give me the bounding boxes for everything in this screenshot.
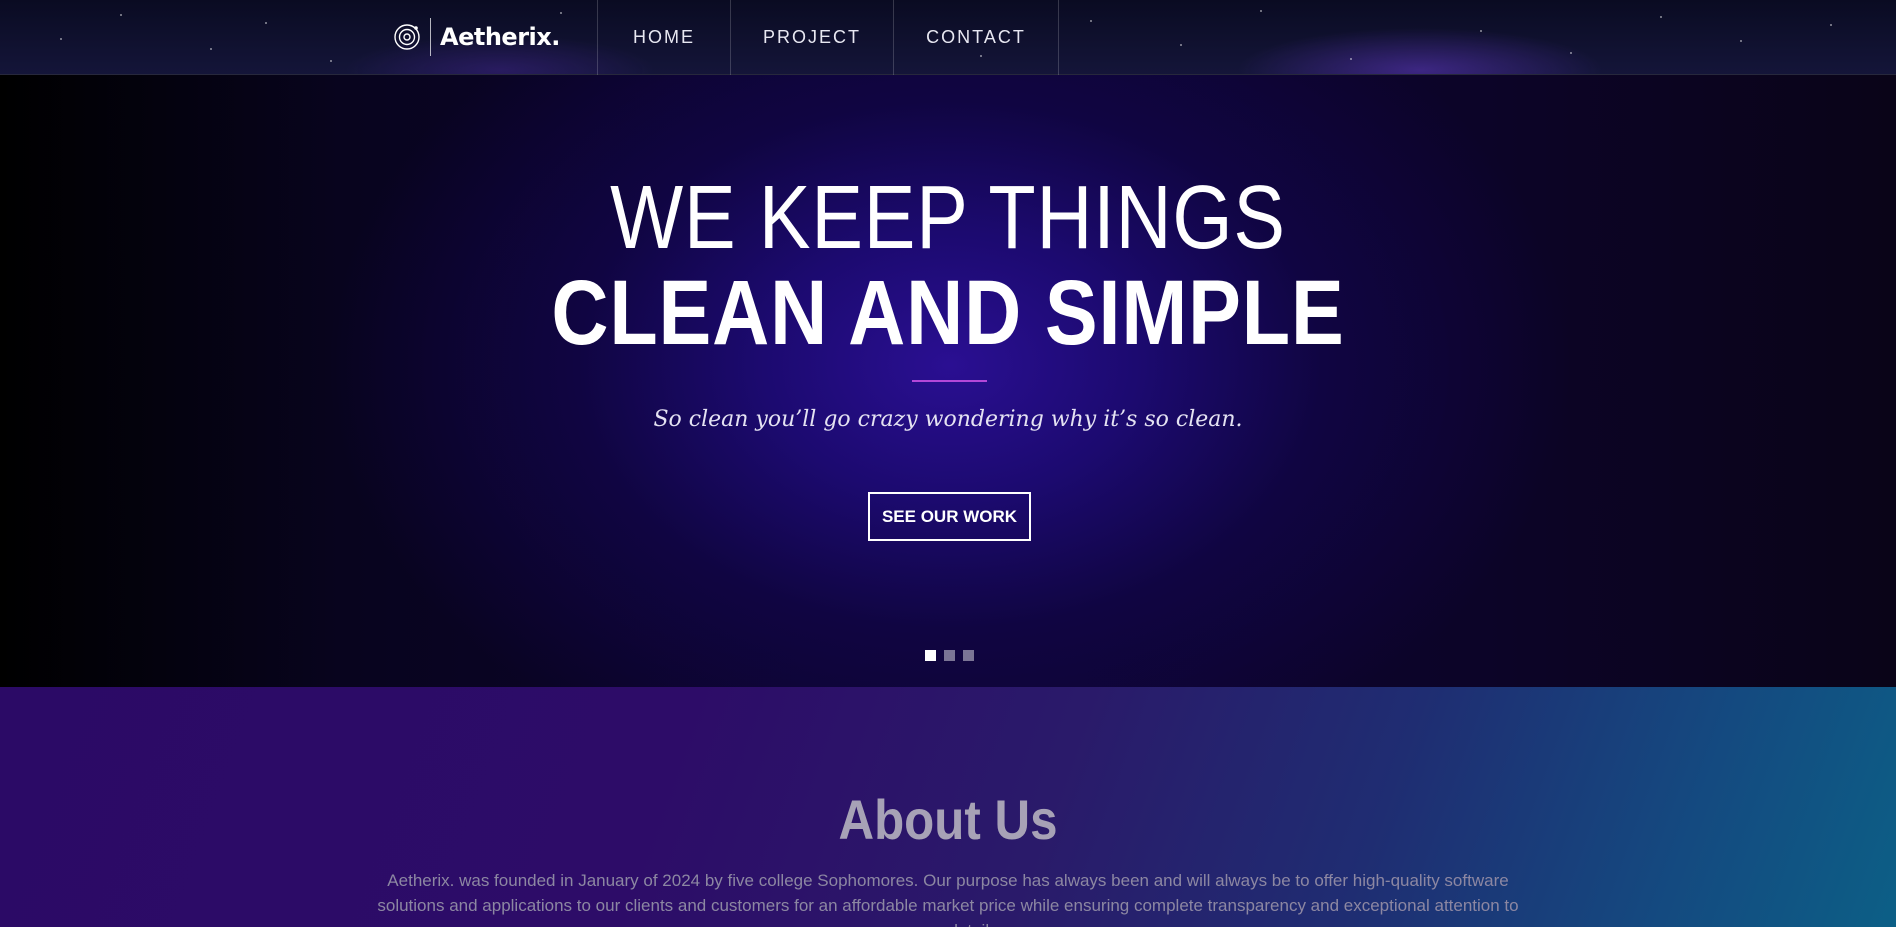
see-our-work-button[interactable]: SEE OUR WORK xyxy=(868,492,1031,541)
logo-separator xyxy=(430,18,431,56)
slider-pagination xyxy=(925,650,974,661)
brand-logo[interactable]: Aetherix. xyxy=(392,17,560,57)
hero-subtitle: So clean you’ll go crazy wondering why i… xyxy=(653,407,1243,432)
nav-link-contact[interactable]: CONTACT xyxy=(893,0,1059,75)
about-body: Aetherix. was founded in January of 2024… xyxy=(377,871,1519,927)
slider-dot-2[interactable] xyxy=(944,650,955,661)
hero-divider xyxy=(912,380,987,382)
orbit-logo-icon xyxy=(394,24,420,50)
brand-name: Aetherix. xyxy=(440,23,560,51)
about-title: About Us xyxy=(838,788,1058,851)
nav-link-project[interactable]: PROJECT xyxy=(730,0,893,75)
hero-heading-line2: CLEAN AND SIMPLE xyxy=(551,262,1345,364)
hero-heading-line1: WE KEEP THINGS xyxy=(610,168,1286,268)
nav-link-home[interactable]: HOME xyxy=(597,0,730,75)
slider-dot-3[interactable] xyxy=(963,650,974,661)
slider-dot-1[interactable] xyxy=(925,650,936,661)
hero-section: WE KEEP THINGS CLEAN AND SIMPLE So clean… xyxy=(0,75,1896,687)
main-nav: HOME PROJECT CONTACT xyxy=(597,0,1059,75)
about-section: About Us Aetherix. was founded in Januar… xyxy=(0,687,1896,927)
site-header: Aetherix. HOME PROJECT CONTACT xyxy=(0,0,1896,75)
